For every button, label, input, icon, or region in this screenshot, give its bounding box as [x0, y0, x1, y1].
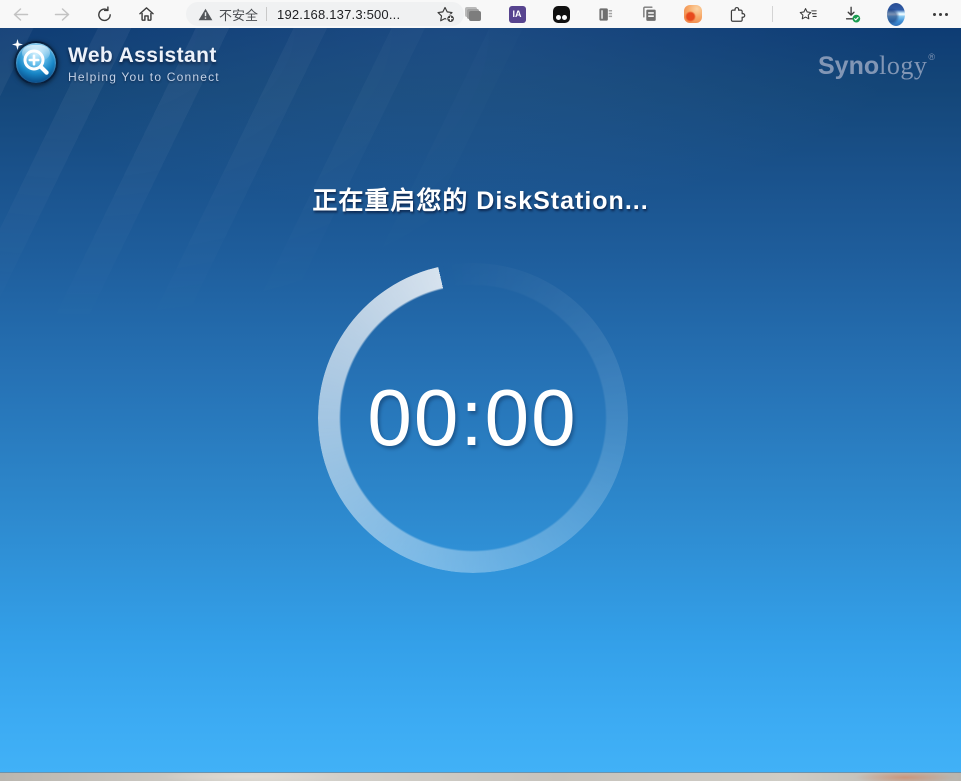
downloads-button[interactable] — [843, 5, 861, 23]
web-assistant-header: Web Assistant Helping You to Connect Syn… — [12, 39, 935, 85]
address-bar[interactable]: 不安全 192.168.137.3:500... — [186, 2, 464, 26]
home-icon — [138, 7, 154, 21]
back-icon — [13, 7, 28, 21]
countdown-timer: 00:00 — [367, 373, 578, 462]
app-subtitle: Helping You to Connect — [68, 70, 220, 84]
favorites-hub-button[interactable] — [799, 5, 817, 23]
tab-cards-icon — [465, 7, 481, 21]
ia-extension-icon: IA — [508, 5, 526, 23]
orange-dot-extension-icon — [684, 5, 702, 23]
url-text[interactable]: 192.168.137.3:500... — [277, 7, 400, 22]
copy-pages-extension-button[interactable] — [640, 5, 658, 23]
refresh-button[interactable] — [94, 4, 114, 24]
tab-cards-button[interactable] — [464, 5, 482, 23]
restart-countdown-spinner: 00:00 — [317, 263, 628, 573]
brand-syno: Syno — [818, 52, 880, 80]
extensions-row: IA — [464, 0, 961, 28]
orange-dot-extension-button[interactable] — [684, 5, 702, 23]
black-dots-extension-button[interactable] — [552, 5, 570, 23]
extensions-puzzle-icon — [730, 6, 746, 22]
download-check-icon — [845, 6, 861, 23]
ia-extension-button[interactable]: IA — [508, 5, 526, 23]
web-assistant-page: Web Assistant Helping You to Connect Syn… — [0, 28, 961, 773]
profile-button[interactable] — [887, 2, 905, 26]
screen: 不安全 192.168.137.3:500... IA Web Assistan… — [0, 0, 961, 781]
more-menu-dots-icon — [932, 12, 948, 16]
forward-icon — [54, 7, 69, 21]
profile-avatar — [887, 2, 905, 26]
copy-pages-icon — [642, 6, 656, 21]
forward-button[interactable] — [52, 4, 72, 24]
favorite-add-star-icon[interactable] — [436, 6, 455, 23]
security-label[interactable]: 不安全 — [219, 5, 258, 24]
back-button[interactable] — [10, 4, 30, 24]
toolbar-separator — [772, 6, 773, 22]
browser-toolbar: 不安全 192.168.137.3:500... IA — [0, 0, 961, 28]
refresh-icon — [97, 5, 111, 21]
more-menu-button[interactable] — [931, 5, 949, 23]
app-title: Web Assistant — [68, 44, 217, 67]
restart-status-title: 正在重启您的 DiskStation... — [312, 187, 649, 215]
synology-logo: Synology® — [818, 41, 935, 81]
address-separator — [266, 7, 268, 21]
favorites-hub-star-icon — [799, 7, 817, 19]
warning-triangle-icon[interactable] — [198, 8, 213, 21]
web-assistant-titles: Web Assistant Helping You to Connect — [68, 41, 220, 84]
brand-registered-mark: ® — [928, 52, 935, 62]
home-button[interactable] — [136, 4, 156, 24]
magnifier-plus-icon — [23, 49, 49, 75]
extensions-menu-button[interactable] — [728, 5, 746, 23]
reader-extension-button[interactable] — [596, 5, 614, 23]
web-assistant-logo — [12, 39, 58, 85]
black-dots-extension-icon — [552, 5, 570, 23]
desktop-edge-strip — [0, 773, 961, 781]
reader-book-icon — [598, 7, 612, 21]
brand-logy: logy — [879, 51, 928, 80]
